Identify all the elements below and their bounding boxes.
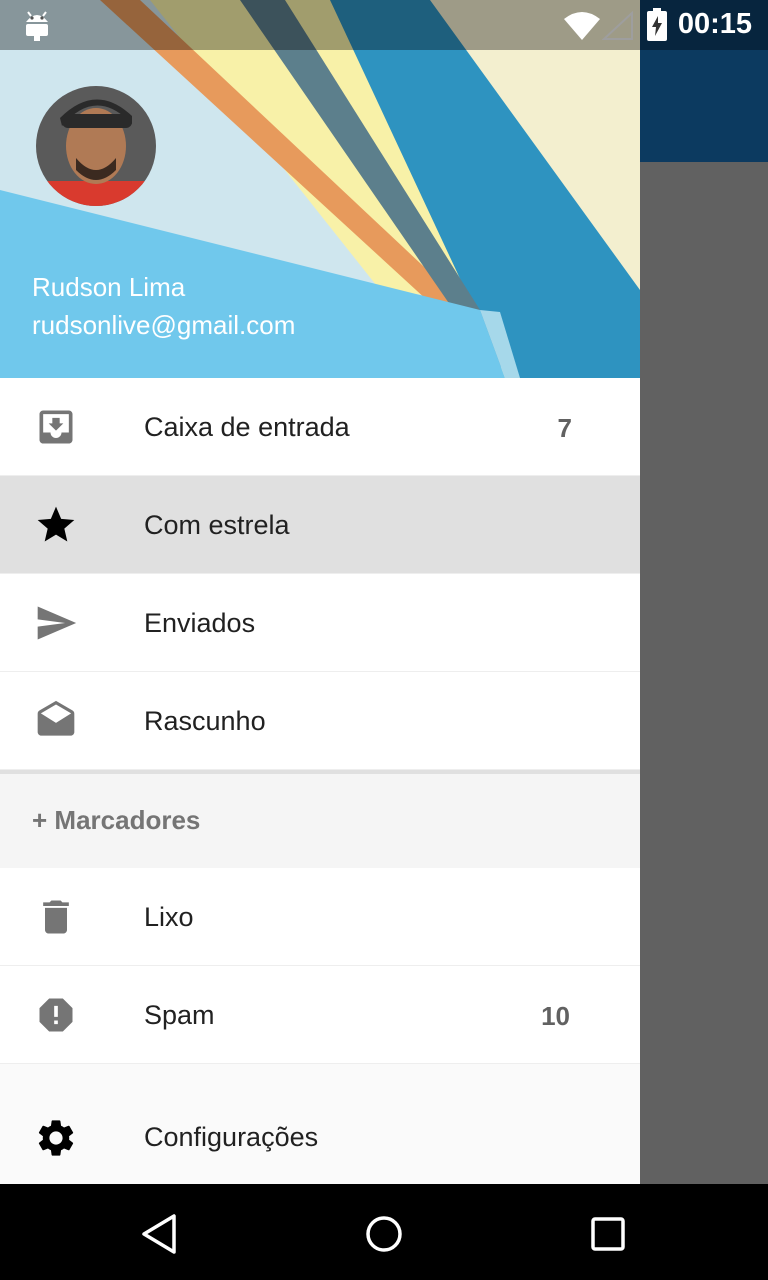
inbox-count-badge: 7 — [557, 413, 572, 443]
drawer-scrim[interactable] — [640, 162, 768, 1184]
menu-item-label: Spam — [144, 1000, 215, 1030]
status-time: 00:15 — [677, 8, 752, 40]
menu-item-label: Caixa de entrada — [144, 412, 350, 442]
spam-count-badge: 10 — [541, 1001, 570, 1031]
menu-item-label: Enviados — [144, 608, 256, 638]
menu-item-label: Rascunho — [144, 706, 266, 736]
inbox-icon — [39, 410, 73, 444]
menu-item-drafts[interactable]: Rascunho — [0, 672, 640, 770]
drawer-menu: Caixa de entrada 7 Com estrela Enviados … — [0, 378, 640, 1064]
menu-item-trash[interactable]: Lixo — [0, 868, 640, 966]
signal-icon — [602, 11, 633, 40]
avatar[interactable] — [36, 86, 156, 206]
menu-item-label: Configurações — [144, 1122, 319, 1152]
gear-icon — [38, 1120, 74, 1156]
drawer-header: Rudson Lima rudsonlive@gmail.com — [0, 0, 640, 378]
recents-icon[interactable] — [586, 1212, 630, 1256]
status-bar: 00:15 — [0, 0, 768, 50]
drafts-icon — [37, 700, 75, 736]
battery-charging-icon — [647, 8, 667, 41]
android-icon — [26, 11, 48, 41]
spam-icon — [39, 998, 73, 1032]
navigation-drawer: Rudson Lima rudsonlive@gmail.com Caixa d… — [0, 0, 640, 1184]
menu-item-label: Lixo — [144, 902, 194, 932]
labels-section-toggle[interactable]: + Marcadores — [0, 774, 640, 868]
send-icon — [37, 606, 77, 640]
wifi-icon — [564, 12, 600, 40]
account-name: Rudson Lima — [32, 272, 186, 302]
menu-item-sent[interactable]: Enviados — [0, 574, 640, 672]
menu-item-starred[interactable]: Com estrela — [0, 476, 640, 574]
menu-item-spam[interactable]: Spam 10 — [0, 966, 640, 1064]
home-icon[interactable] — [362, 1212, 406, 1256]
star-icon — [37, 506, 75, 542]
menu-item-inbox[interactable]: Caixa de entrada 7 — [0, 378, 640, 476]
menu-item-settings[interactable]: Configurações — [0, 1064, 640, 1184]
trash-icon — [43, 900, 69, 934]
menu-item-label: Com estrela — [144, 510, 290, 540]
navigation-bar — [0, 1184, 768, 1280]
account-email: rudsonlive@gmail.com — [32, 310, 296, 340]
back-icon[interactable] — [138, 1212, 182, 1256]
labels-section-label: + Marcadores — [32, 805, 201, 835]
